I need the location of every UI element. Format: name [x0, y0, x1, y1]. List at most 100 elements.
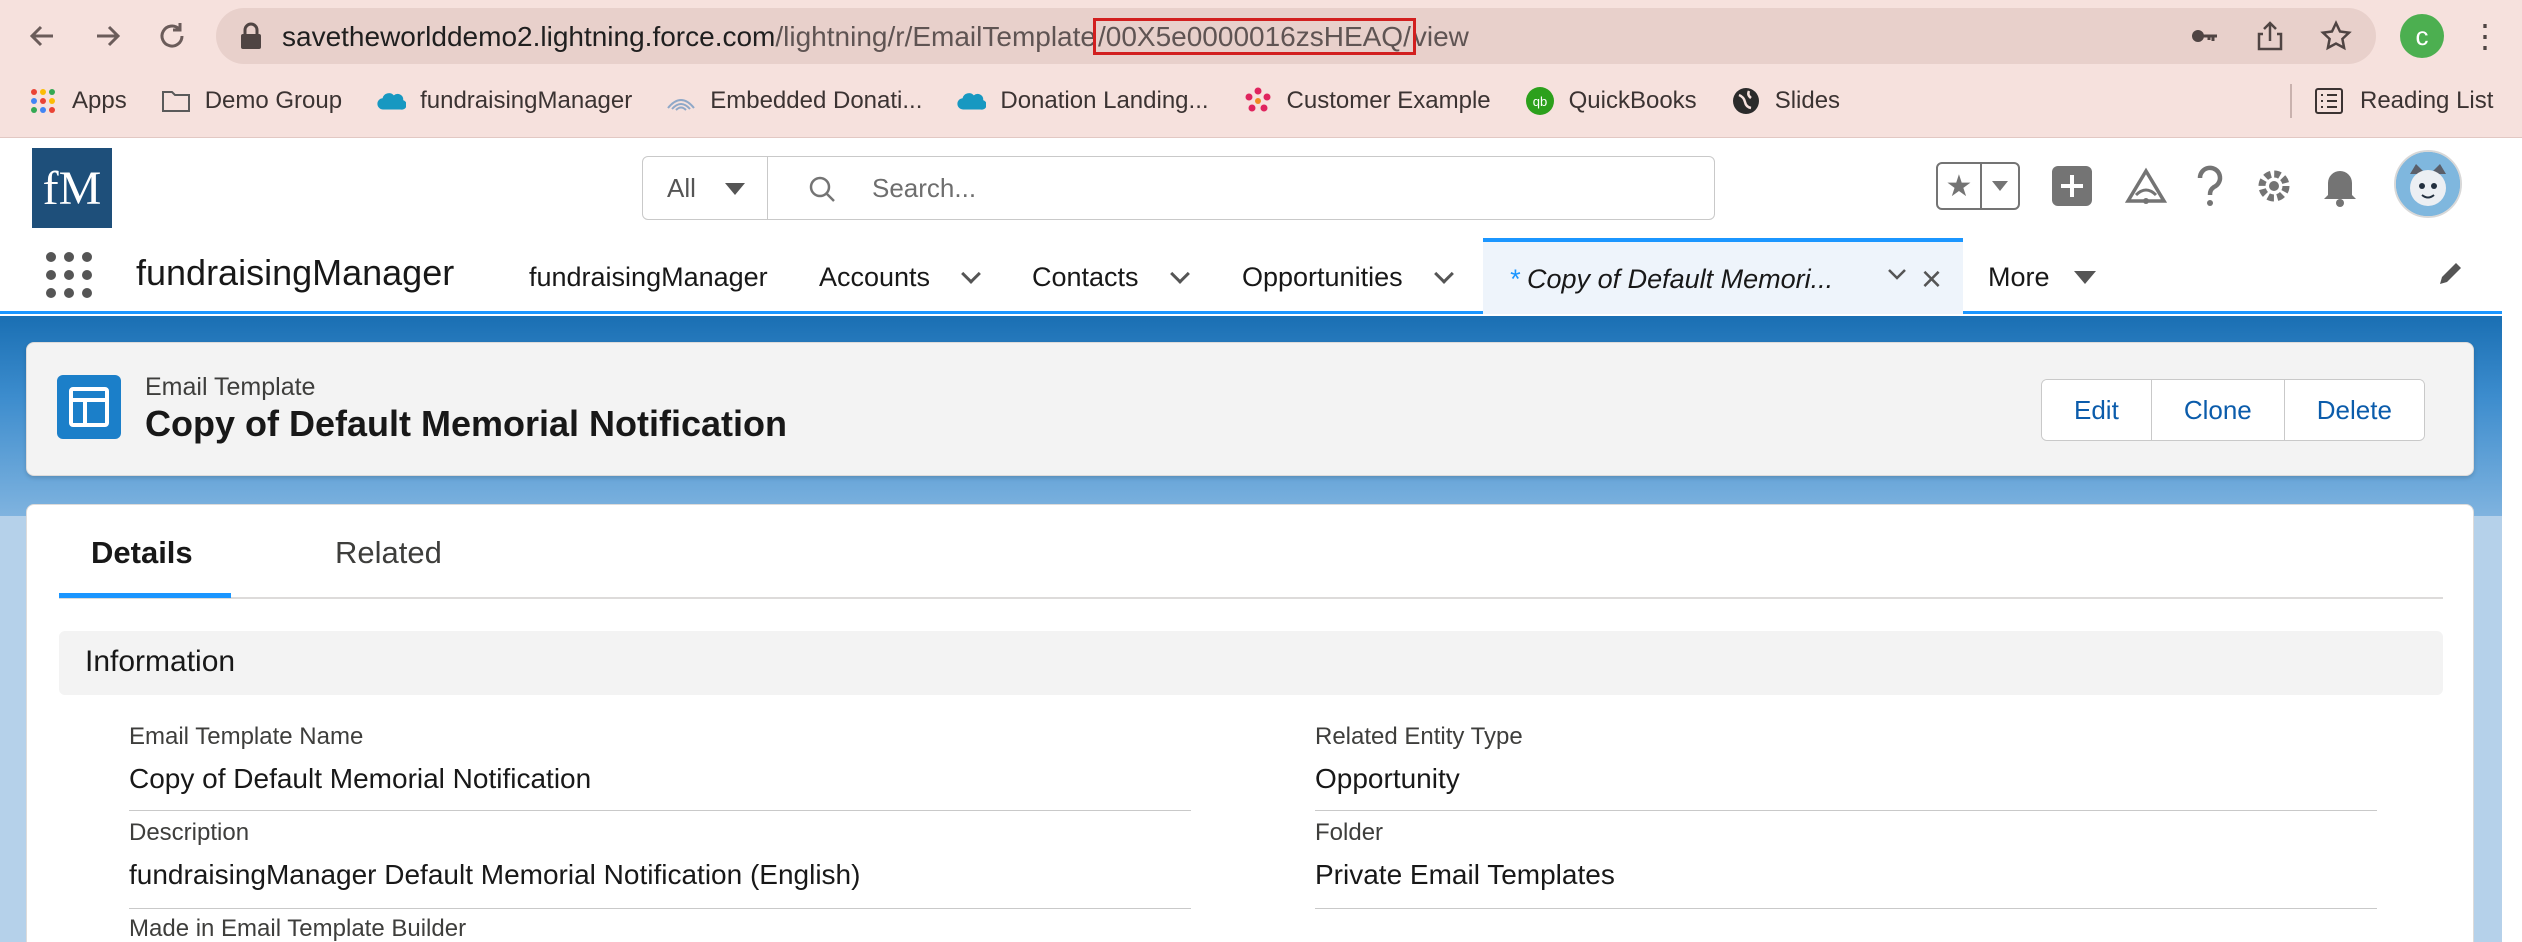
- astro-avatar-icon: [2396, 152, 2460, 216]
- nav-item-home[interactable]: fundraisingManager: [529, 262, 768, 293]
- bookmark-star-icon[interactable]: [2316, 16, 2356, 56]
- caret-down-icon: [1992, 181, 2008, 191]
- bookmark-customer-example[interactable]: Customer Example: [1243, 86, 1491, 116]
- nav-item-accounts[interactable]: Accounts: [819, 262, 981, 293]
- search-placeholder: Search...: [872, 172, 977, 203]
- caret-down-icon: [2073, 271, 2096, 284]
- edit-button[interactable]: Edit: [2042, 380, 2152, 440]
- trailhead-icon: [2124, 167, 2168, 204]
- field-related-entity-type: Related Entity Type Opportunity: [1315, 715, 2377, 811]
- bookmark-label: fundraisingManager: [420, 87, 633, 114]
- bookmark-embedded-donation[interactable]: Embedded Donati...: [666, 86, 922, 116]
- nav-more-menu[interactable]: More: [1988, 262, 2096, 293]
- salesforce-cloud-icon: [376, 86, 407, 116]
- user-avatar[interactable]: [2394, 150, 2462, 218]
- browser-profile-avatar[interactable]: c: [2400, 14, 2444, 58]
- trailhead-button[interactable]: [2122, 162, 2170, 210]
- bookmark-label: Donation Landing...: [1000, 87, 1209, 114]
- favorites-dropdown[interactable]: [1982, 164, 2018, 208]
- reading-list-button[interactable]: Reading List: [2314, 76, 2493, 126]
- nav-item-contacts[interactable]: Contacts: [1032, 262, 1190, 293]
- tab-related[interactable]: Related: [335, 535, 442, 571]
- search-scope-label: All: [667, 172, 696, 203]
- record-tabs: Details Related: [59, 505, 2443, 599]
- url-record-id-highlight: /00X5e0000016zsHEAQ/: [1092, 18, 1416, 55]
- folder-icon: [161, 86, 191, 116]
- caret-down-icon: [725, 183, 745, 195]
- globe-icon: [1731, 86, 1761, 116]
- dots-flower-icon: [1243, 86, 1273, 116]
- nav-item-opportunities[interactable]: Opportunities: [1242, 262, 1454, 293]
- chevron-down-icon[interactable]: [1433, 263, 1454, 284]
- bookmark-label: QuickBooks: [1568, 87, 1697, 114]
- url-host: savetheworlddemo2.lightning.force.com: [282, 21, 776, 52]
- reload-button[interactable]: [150, 14, 194, 58]
- nav-tab-active-record[interactable]: * Copy of Default Memori... ×: [1483, 238, 1963, 314]
- quickbooks-icon: qb: [1525, 86, 1555, 116]
- email-template-icon: [57, 375, 121, 439]
- record-highlights-panel: Email Template Copy of Default Memorial …: [26, 342, 2474, 476]
- field-label: Description: [129, 819, 250, 846]
- field-label: Email Template Name: [129, 723, 364, 750]
- waves-icon: [666, 86, 696, 116]
- chevron-down-icon[interactable]: [1887, 264, 1907, 284]
- record-detail-card: Details Related Information Email Templa…: [26, 504, 2474, 942]
- app-launcher-icon[interactable]: [46, 252, 92, 298]
- app-name: fundraisingManager: [136, 252, 455, 293]
- edit-nav-icon[interactable]: [2436, 258, 2466, 296]
- global-search-input[interactable]: Search...: [767, 156, 1715, 220]
- bookmark-demo-group[interactable]: Demo Group: [161, 86, 342, 116]
- field-value: Private Email Templates: [1315, 859, 1615, 890]
- app-navigation-bar: fundraisingManager fundraisingManager Ac…: [0, 238, 2502, 314]
- section-information[interactable]: Information: [59, 631, 2443, 695]
- reading-list-label: Reading List: [2360, 87, 2494, 114]
- org-logo[interactable]: fM: [32, 148, 112, 228]
- url-text[interactable]: savetheworlddemo2.lightning.force.com/li…: [282, 18, 1469, 55]
- arrow-right-icon: [97, 25, 121, 47]
- reload-icon: [160, 23, 184, 48]
- bookmark-donation-landing[interactable]: Donation Landing...: [956, 86, 1209, 116]
- search-icon: [809, 176, 835, 202]
- browser-menu-icon[interactable]: ⋮: [2469, 14, 2501, 58]
- record-title: Copy of Default Memorial Notification: [145, 403, 788, 444]
- bookmark-apps[interactable]: Apps: [28, 86, 127, 116]
- nav-item-label: fundraisingManager: [529, 262, 768, 292]
- salesforce-cloud-icon: [956, 86, 987, 116]
- tab-details[interactable]: Details: [91, 535, 193, 571]
- forward-button[interactable]: [86, 14, 130, 58]
- delete-button[interactable]: Delete: [2284, 380, 2424, 440]
- close-tab-icon[interactable]: ×: [1921, 258, 1942, 300]
- clone-button[interactable]: Clone: [2151, 380, 2285, 440]
- share-icon[interactable]: [2250, 16, 2290, 56]
- search-scope-select[interactable]: All: [642, 156, 768, 220]
- more-label: More: [1988, 262, 2050, 292]
- nav-item-label: Opportunities: [1242, 262, 1403, 292]
- notifications-button[interactable]: [2316, 162, 2364, 210]
- bookmark-label: Demo Group: [204, 87, 343, 114]
- setup-button[interactable]: [2250, 162, 2298, 210]
- active-tab-title: Copy of Default Memori...: [1527, 264, 1834, 294]
- address-bar[interactable]: savetheworlddemo2.lightning.force.com/li…: [216, 8, 2376, 64]
- key-icon[interactable]: [2184, 16, 2224, 56]
- bookmark-fundraisingmanager[interactable]: fundraisingManager: [376, 86, 632, 116]
- bookmark-slides[interactable]: Slides: [1731, 86, 1840, 116]
- arrow-left-icon: [29, 25, 53, 47]
- favorites-button[interactable]: ★: [1936, 162, 2020, 210]
- chevron-down-icon[interactable]: [1169, 263, 1190, 284]
- help-button[interactable]: [2186, 162, 2234, 210]
- field-made-in-builder-label: Made in Email Template Builder: [129, 915, 467, 942]
- section-title: Information: [85, 645, 236, 678]
- field-folder: Folder Private Email Templates: [1315, 811, 2377, 909]
- record-actions: Edit Clone Delete: [2041, 379, 2425, 441]
- active-tab-indicator: [59, 593, 231, 598]
- nav-item-label: Contacts: [1032, 262, 1139, 292]
- plus-icon: [2052, 166, 2092, 206]
- bookmark-quickbooks[interactable]: qb QuickBooks: [1525, 86, 1697, 116]
- back-button[interactable]: [20, 14, 64, 58]
- svg-text:qb: qb: [1532, 94, 1546, 109]
- chevron-down-icon[interactable]: [961, 263, 981, 284]
- field-label: Folder: [1315, 819, 1384, 846]
- global-actions-button[interactable]: [2048, 162, 2096, 210]
- url-path: /lightning/r/EmailTemplate: [775, 21, 1096, 52]
- favorite-star-icon[interactable]: ★: [1938, 164, 1982, 208]
